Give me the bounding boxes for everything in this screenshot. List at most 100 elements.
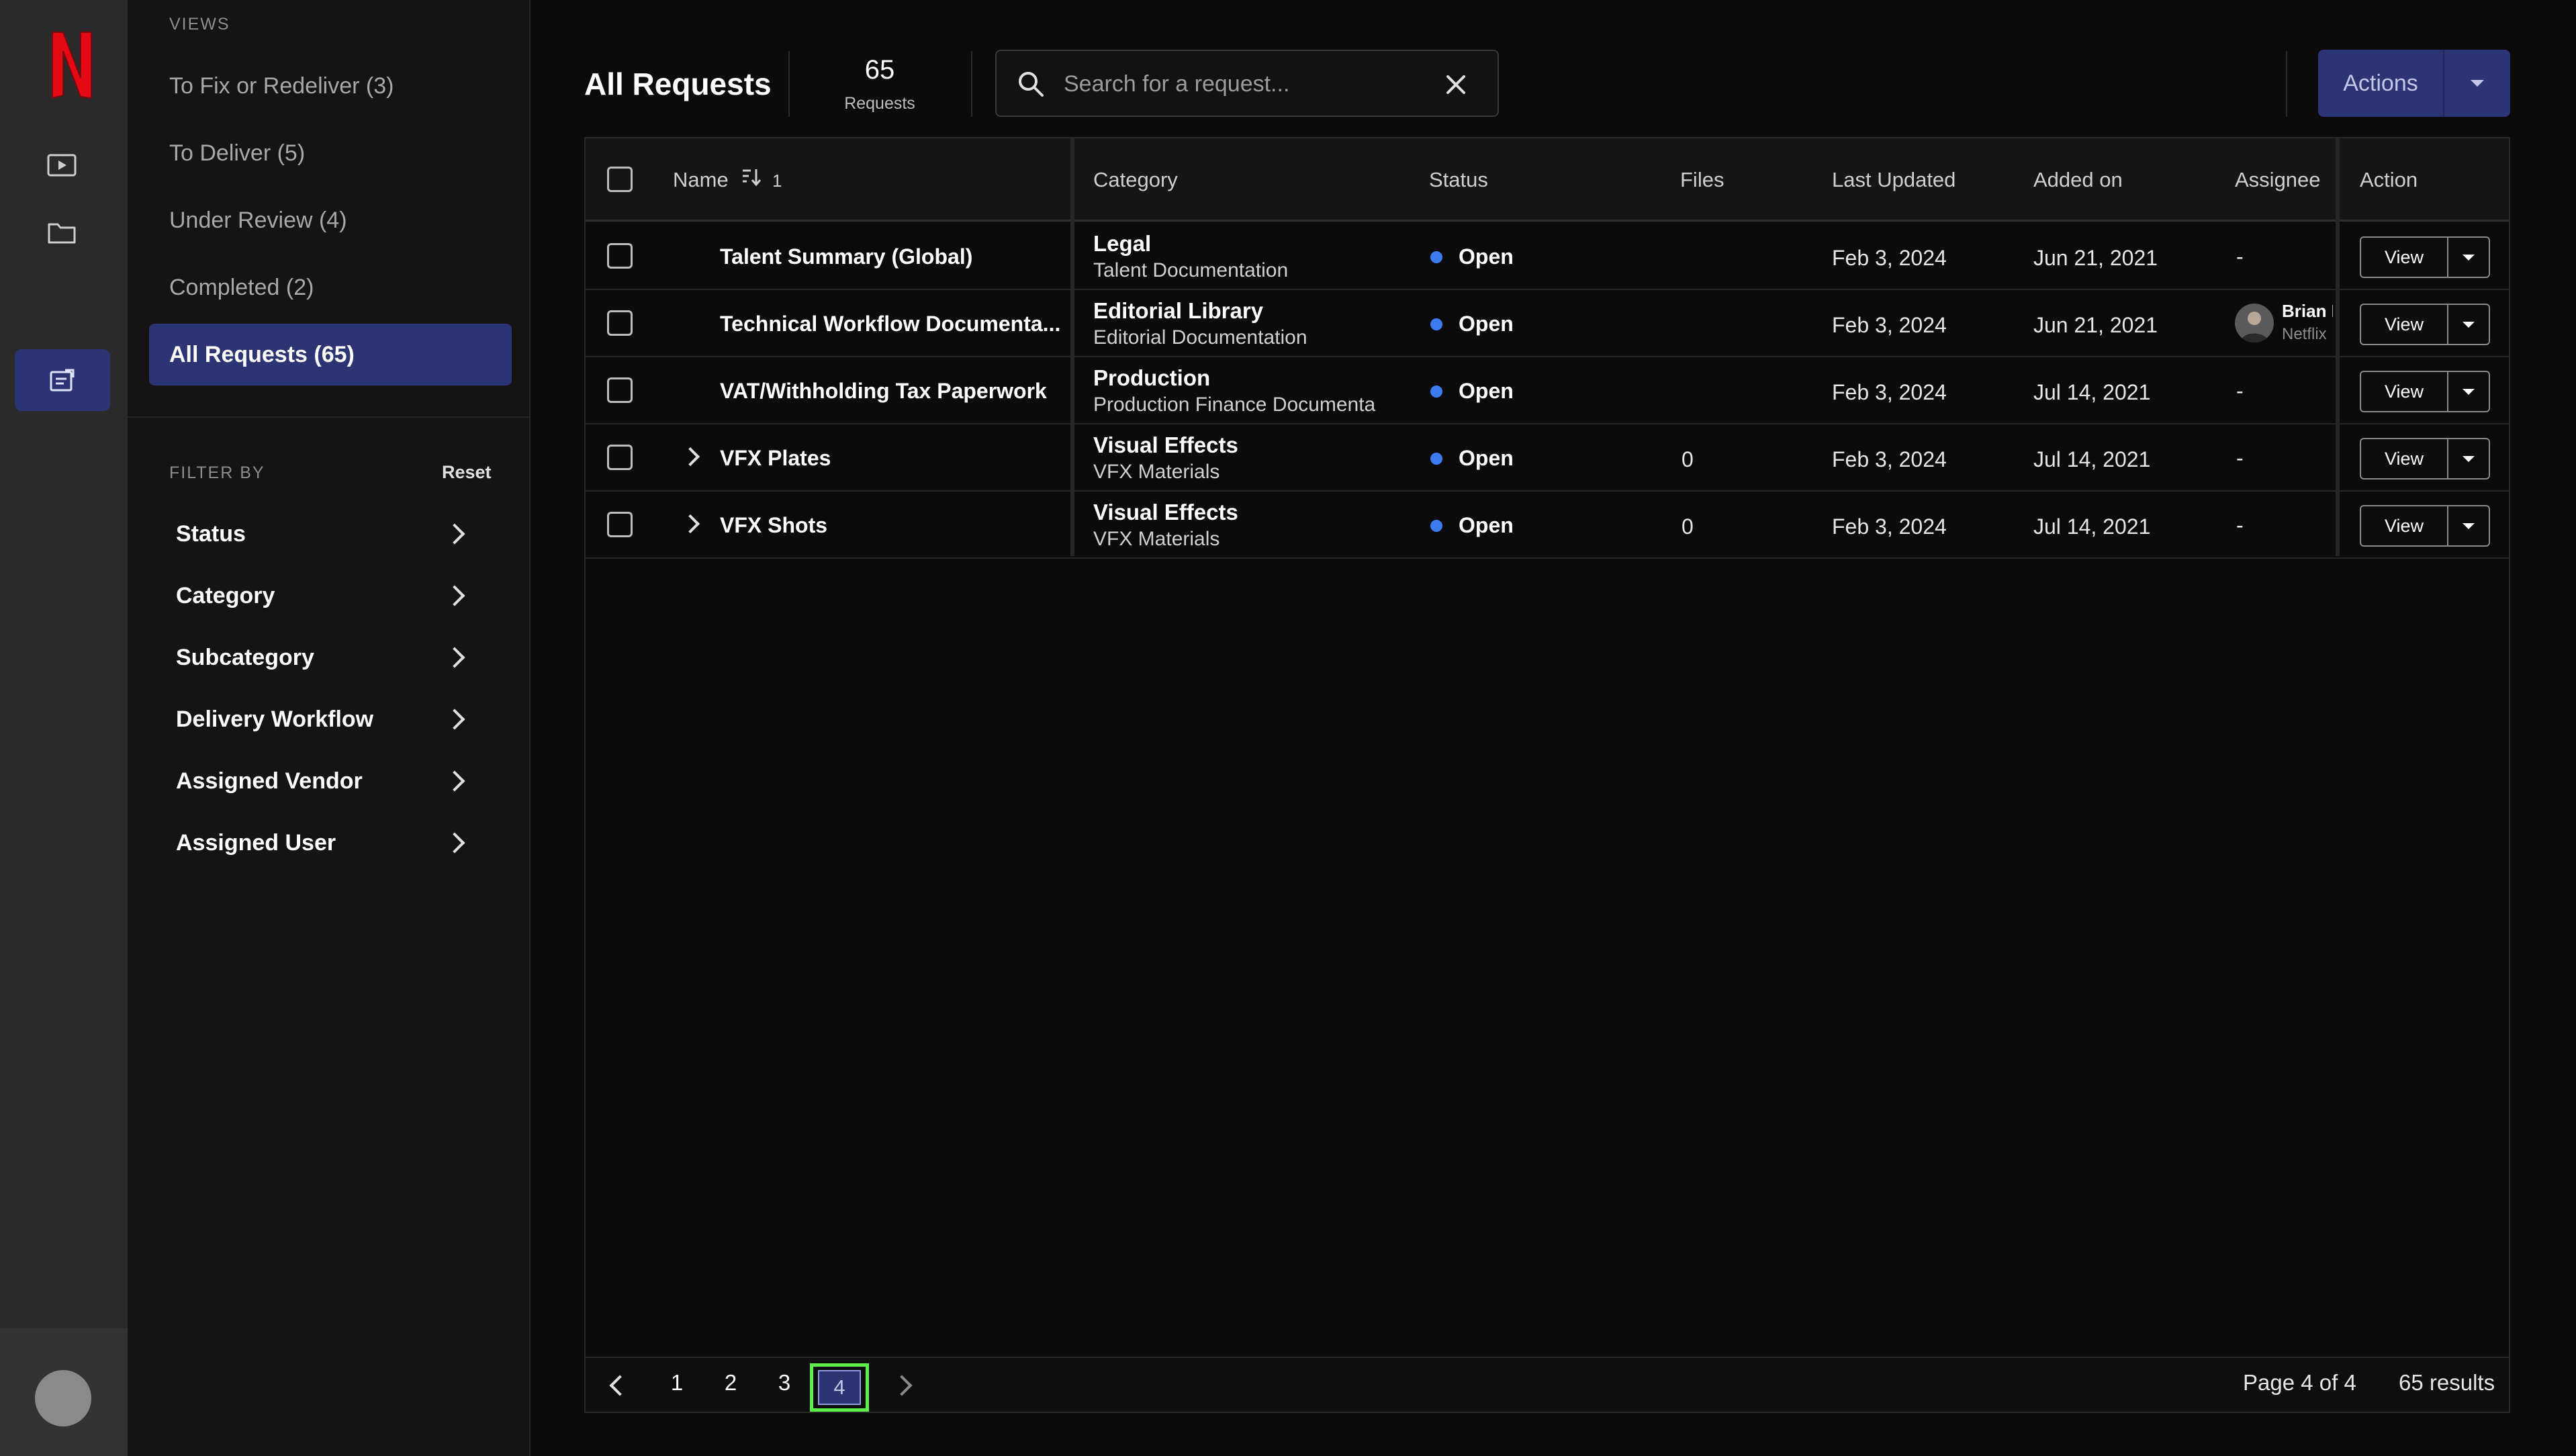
last-updated: Feb 3, 2024 xyxy=(1832,313,1947,337)
page-1[interactable]: 1 xyxy=(662,1370,692,1396)
filter-category[interactable]: Category xyxy=(176,572,471,619)
filter-label: Category xyxy=(176,582,275,608)
row-action-dropdown[interactable] xyxy=(2448,236,2490,278)
caret-down-icon xyxy=(2463,522,2475,529)
table-row[interactable]: Technical Workflow Documenta... Editoria… xyxy=(586,290,2509,357)
table-row[interactable]: VFX Shots Visual Effects VFX Materials O… xyxy=(586,492,2509,559)
request-category: Legal xyxy=(1093,231,1152,256)
page-3[interactable]: 3 xyxy=(770,1370,799,1396)
row-checkbox[interactable] xyxy=(607,310,633,336)
request-category: Visual Effects xyxy=(1093,500,1238,525)
request-name[interactable]: VFX Plates xyxy=(720,446,831,471)
row-action-dropdown[interactable] xyxy=(2448,304,2490,345)
actions-dropdown-toggle[interactable] xyxy=(2443,50,2510,117)
column-name[interactable]: Name xyxy=(673,168,729,192)
column-last-updated[interactable]: Last Updated xyxy=(1832,168,1956,192)
status-badge: Open xyxy=(1459,446,1514,470)
search-icon xyxy=(1017,70,1045,101)
request-name[interactable]: Technical Workflow Documenta... xyxy=(720,312,1060,336)
chevron-right-icon xyxy=(444,770,465,792)
table-row[interactable]: VFX Plates Visual Effects VFX Materials … xyxy=(586,424,2509,492)
expand-chevron-icon[interactable] xyxy=(680,447,700,467)
filter-subcategory[interactable]: Subcategory xyxy=(176,634,471,681)
previous-page-icon[interactable] xyxy=(609,1375,631,1396)
column-assignee[interactable]: Assignee xyxy=(2235,168,2321,192)
view-button[interactable]: View xyxy=(2360,505,2448,547)
request-subcategory: Production Finance Documenta xyxy=(1093,394,1376,416)
added-on: Jun 21, 2021 xyxy=(2033,246,2158,270)
request-category: Editorial Library xyxy=(1093,298,1264,323)
assignee-org: Netflix xyxy=(2282,325,2327,343)
row-action-dropdown[interactable] xyxy=(2448,505,2490,547)
actions-button[interactable]: Actions xyxy=(2318,50,2443,117)
requests-nav-icon[interactable] xyxy=(15,349,110,411)
view-button[interactable]: View xyxy=(2360,236,2448,278)
filter-assigned-user[interactable]: Assigned User xyxy=(176,819,471,866)
next-page-icon[interactable] xyxy=(891,1375,913,1396)
row-checkbox[interactable] xyxy=(607,243,633,269)
caret-down-icon xyxy=(2471,80,2484,87)
row-checkbox[interactable] xyxy=(607,445,633,470)
expand-chevron-icon[interactable] xyxy=(680,514,700,534)
view-button[interactable]: View xyxy=(2360,371,2448,412)
select-all-checkbox[interactable] xyxy=(607,167,633,192)
requests-table: Name 1 Category Status Files Last Update… xyxy=(584,137,2510,1413)
results-count: 65 results xyxy=(2399,1370,2495,1395)
row-checkbox[interactable] xyxy=(607,377,633,403)
page-2[interactable]: 2 xyxy=(716,1370,745,1396)
request-count-label: Requests xyxy=(844,94,915,113)
reset-filters-button[interactable]: Reset xyxy=(442,462,492,483)
assignee-name: Brian I xyxy=(2282,301,2333,321)
request-name[interactable]: VAT/Withholding Tax Paperwork xyxy=(720,379,1047,404)
filter-label: Delivery Workflow xyxy=(176,706,374,732)
view-under-review[interactable]: Under Review (4) xyxy=(149,189,512,251)
page-4-current[interactable]: 4 xyxy=(810,1363,869,1412)
filter-assigned-vendor[interactable]: Assigned Vendor xyxy=(176,758,471,805)
view-all-requests[interactable]: All Requests (65) xyxy=(149,324,512,385)
column-files[interactable]: Files xyxy=(1680,168,1724,192)
video-icon[interactable] xyxy=(46,152,78,179)
chevron-right-icon xyxy=(444,709,465,730)
view-button[interactable]: View xyxy=(2360,438,2448,480)
added-on: Jul 14, 2021 xyxy=(2033,447,2151,471)
search-box xyxy=(995,50,1499,117)
request-subcategory: Editorial Documentation xyxy=(1093,326,1307,349)
added-on: Jun 21, 2021 xyxy=(2033,313,2158,337)
filter-label: Subcategory xyxy=(176,644,314,670)
table-row[interactable]: Talent Summary (Global) Legal Talent Doc… xyxy=(586,223,2509,290)
current-page: 4 xyxy=(818,1370,861,1405)
pagination: 1 2 3 4 Page 4 of 4 65 results xyxy=(586,1357,2509,1412)
status-dot xyxy=(1430,318,1442,330)
column-category[interactable]: Category xyxy=(1093,168,1178,192)
table-row[interactable]: VAT/Withholding Tax Paperwork Production… xyxy=(586,357,2509,424)
request-name[interactable]: VFX Shots xyxy=(720,513,827,538)
filter-status[interactable]: Status xyxy=(176,510,471,557)
row-action-dropdown[interactable] xyxy=(2448,371,2490,412)
view-to-deliver[interactable]: To Deliver (5) xyxy=(149,122,512,184)
filter-delivery-workflow[interactable]: Delivery Workflow xyxy=(176,696,471,743)
folder-icon[interactable] xyxy=(46,219,78,246)
view-button[interactable]: View xyxy=(2360,304,2448,345)
filter-label: Status xyxy=(176,520,246,547)
clear-search-icon[interactable] xyxy=(1440,69,1472,101)
row-action-dropdown[interactable] xyxy=(2448,438,2490,480)
column-action: Action xyxy=(2360,168,2418,191)
row-checkbox[interactable] xyxy=(607,512,633,537)
search-input[interactable] xyxy=(1064,64,1440,103)
view-to-fix[interactable]: To Fix or Redeliver (3) xyxy=(149,55,512,117)
chevron-right-icon xyxy=(444,585,465,606)
last-updated: Feb 3, 2024 xyxy=(1832,447,1947,471)
column-status[interactable]: Status xyxy=(1429,168,1488,192)
sort-indicator-icon[interactable] xyxy=(741,167,768,193)
filter-label: Assigned Vendor xyxy=(176,768,363,794)
caret-down-icon xyxy=(2463,321,2475,328)
netflix-logo-icon[interactable] xyxy=(50,31,94,99)
status-badge: Open xyxy=(1459,513,1514,537)
user-avatar[interactable] xyxy=(35,1370,91,1426)
request-name[interactable]: Talent Summary (Global) xyxy=(720,244,972,269)
column-added-on[interactable]: Added on xyxy=(2033,168,2123,192)
last-updated: Feb 3, 2024 xyxy=(1832,246,1947,270)
view-completed[interactable]: Completed (2) xyxy=(149,257,512,318)
status-badge: Open xyxy=(1459,244,1514,269)
status-badge: Open xyxy=(1459,379,1514,403)
